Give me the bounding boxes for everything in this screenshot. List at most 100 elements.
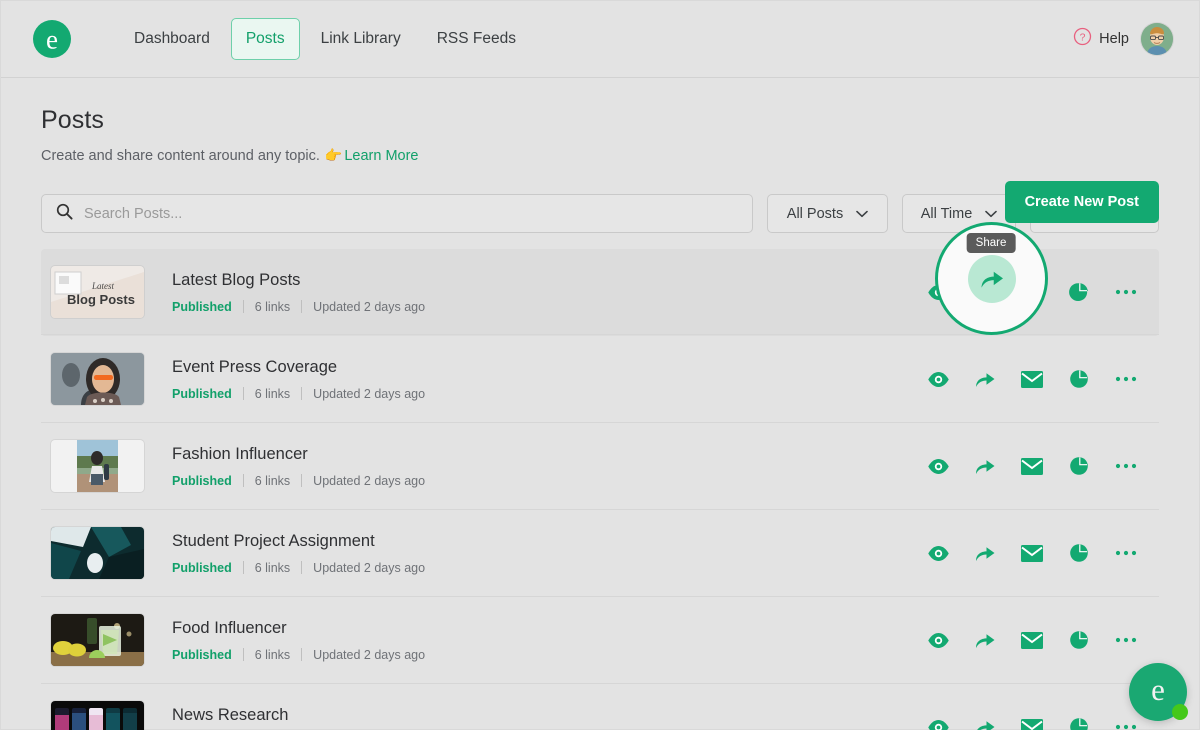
elink-logo-icon[interactable]: e xyxy=(31,18,73,60)
online-status-dot xyxy=(1172,704,1188,720)
main-content: Posts Create and share content around an… xyxy=(1,78,1199,730)
post-info: Fashion Influencer Published 6 links Upd… xyxy=(172,445,425,488)
share-arrow-icon[interactable] xyxy=(972,366,998,392)
learn-more-link[interactable]: Learn More xyxy=(344,148,418,164)
preview-eye-icon[interactable] xyxy=(925,714,951,730)
row-actions xyxy=(925,366,1149,392)
more-options-ellipsis-icon[interactable] xyxy=(1113,279,1139,305)
meta-divider xyxy=(242,474,244,487)
analytics-pie-chart-icon[interactable] xyxy=(1066,366,1092,392)
page-header: Posts Create and share content around an… xyxy=(1,78,1199,223)
post-meta: Published 6 links Updated 2 days ago xyxy=(172,561,425,575)
app-window: e Dashboard Posts Link Library RSS Feeds… xyxy=(0,0,1200,730)
post-title: Event Press Coverage xyxy=(172,357,338,376)
email-envelope-icon[interactable] xyxy=(1019,540,1045,566)
post-thumbnail xyxy=(51,527,144,579)
post-thumbnail xyxy=(51,353,144,405)
table-row[interactable]: Student Project Assignment Published 6 l… xyxy=(41,510,1159,597)
filter-posts-label: All Posts xyxy=(786,205,844,222)
chat-widget-button[interactable]: e xyxy=(1129,663,1188,721)
analytics-pie-chart-icon[interactable] xyxy=(1066,453,1092,479)
share-arrow-icon[interactable] xyxy=(972,453,998,479)
post-links-count: 6 links xyxy=(254,560,291,575)
search-icon xyxy=(56,203,73,225)
more-options-ellipsis-icon[interactable] xyxy=(1113,540,1139,566)
post-title: Latest Blog Posts xyxy=(172,270,301,289)
more-options-ellipsis-icon[interactable] xyxy=(1113,627,1139,653)
meta-divider xyxy=(301,387,303,400)
page-subtitle: Create and share content around any topi… xyxy=(41,147,320,164)
table-row[interactable]: Event Press Coverage Published 6 links U… xyxy=(41,336,1159,423)
email-envelope-icon[interactable] xyxy=(1019,366,1045,392)
nav-item-posts[interactable]: Posts xyxy=(230,18,300,60)
meta-divider xyxy=(242,387,244,400)
help-label: Help xyxy=(1099,31,1129,47)
filter-dropdown-posts[interactable]: All Posts xyxy=(767,194,888,233)
nav-item-dashboard[interactable]: Dashboard xyxy=(119,18,225,60)
status-badge: Published xyxy=(172,647,232,662)
post-links-count: 6 links xyxy=(254,473,291,488)
meta-divider xyxy=(301,474,303,487)
more-options-ellipsis-icon[interactable] xyxy=(1113,453,1139,479)
post-updated: Updated 2 days ago xyxy=(313,299,426,314)
share-arrow-icon[interactable] xyxy=(972,540,998,566)
svg-text:?: ? xyxy=(1080,32,1086,44)
post-links-count: 6 links xyxy=(254,386,291,401)
svg-text:e: e xyxy=(46,25,58,55)
page-subtitle-row: Create and share content around any topi… xyxy=(41,147,1159,164)
status-badge: Published xyxy=(172,386,232,401)
post-title: News Research xyxy=(172,705,289,724)
meta-divider xyxy=(242,648,244,661)
email-envelope-icon[interactable] xyxy=(1019,627,1045,653)
question-circle-icon: ? xyxy=(1073,27,1092,51)
meta-divider xyxy=(242,300,244,313)
table-row[interactable]: News Research Published 6 links Updated … xyxy=(41,684,1159,730)
avatar[interactable] xyxy=(1141,23,1173,55)
preview-eye-icon[interactable] xyxy=(925,540,951,566)
search-box[interactable] xyxy=(41,194,753,233)
post-thumbnail: Latest Blog Posts xyxy=(51,266,144,318)
share-arrow-icon[interactable] xyxy=(967,254,1016,303)
post-info: Event Press Coverage Published 6 links U… xyxy=(172,358,425,401)
top-navigation-bar: e Dashboard Posts Link Library RSS Feeds… xyxy=(1,1,1199,78)
post-info: News Research Published 6 links Updated … xyxy=(172,706,425,730)
filter-time-label: All Time xyxy=(920,205,973,222)
share-arrow-icon[interactable] xyxy=(972,627,998,653)
analytics-pie-chart-icon[interactable] xyxy=(1066,627,1092,653)
more-options-ellipsis-icon[interactable] xyxy=(1113,366,1139,392)
post-links-count: 6 links xyxy=(254,647,291,662)
analytics-pie-chart-icon[interactable] xyxy=(1066,714,1092,730)
preview-eye-icon[interactable] xyxy=(925,366,951,392)
more-options-ellipsis-icon[interactable] xyxy=(1113,714,1139,730)
post-thumbnail xyxy=(51,440,144,492)
email-envelope-icon[interactable] xyxy=(1019,714,1045,730)
meta-divider xyxy=(301,300,303,313)
help-button[interactable]: ? Help xyxy=(1073,27,1129,51)
post-info: Latest Blog Posts Published 6 links Upda… xyxy=(172,271,425,314)
svg-text:Blog Posts: Blog Posts xyxy=(67,292,135,307)
post-meta: Published 6 links Updated 2 days ago xyxy=(172,474,425,488)
nav-item-link-library[interactable]: Link Library xyxy=(306,18,416,60)
chevron-down-icon xyxy=(856,206,869,222)
post-info: Student Project Assignment Published 6 l… xyxy=(172,532,425,575)
search-input[interactable] xyxy=(84,205,738,222)
create-new-post-button[interactable]: Create New Post xyxy=(1004,181,1159,223)
analytics-pie-chart-icon[interactable] xyxy=(1066,540,1092,566)
table-row[interactable]: Food Influencer Published 6 links Update… xyxy=(41,597,1159,684)
table-row[interactable]: Fashion Influencer Published 6 links Upd… xyxy=(41,423,1159,510)
analytics-pie-chart-icon[interactable] xyxy=(1066,279,1092,305)
post-updated: Updated 2 days ago xyxy=(313,386,426,401)
meta-divider xyxy=(242,561,244,574)
email-envelope-icon[interactable] xyxy=(1019,453,1045,479)
share-tooltip: Share xyxy=(966,233,1016,253)
nav-item-rss-feeds[interactable]: RSS Feeds xyxy=(422,18,531,60)
share-arrow-icon[interactable] xyxy=(972,714,998,730)
preview-eye-icon[interactable] xyxy=(925,453,951,479)
status-badge: Published xyxy=(172,299,232,314)
preview-eye-icon[interactable] xyxy=(925,627,951,653)
post-info: Food Influencer Published 6 links Update… xyxy=(172,619,425,662)
status-badge: Published xyxy=(172,473,232,488)
topbar-right-group: ? Help xyxy=(1073,23,1173,55)
row-actions xyxy=(925,453,1149,479)
meta-divider xyxy=(301,648,303,661)
